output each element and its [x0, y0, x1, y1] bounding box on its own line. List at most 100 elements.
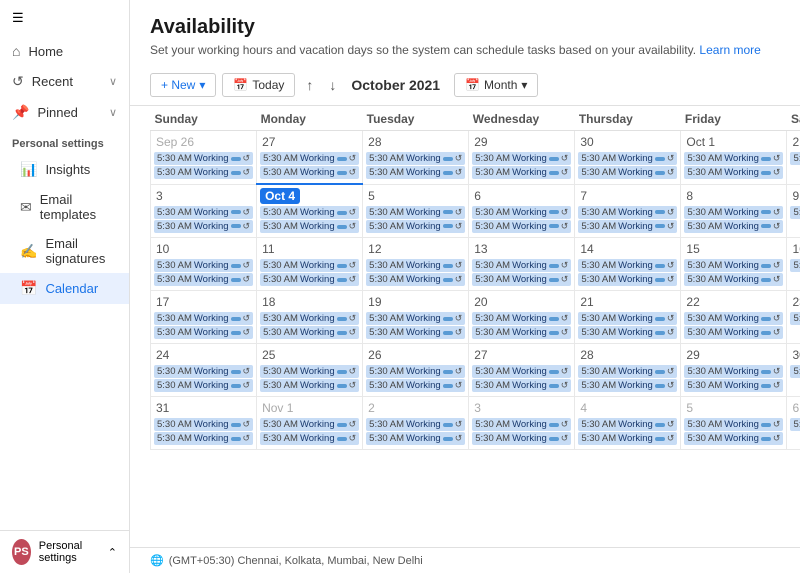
- working-event[interactable]: 5:30 AMWorking↺: [472, 418, 571, 431]
- calendar-cell[interactable]: 75:30 AMWorking↺5:30 AMWorking↺: [575, 184, 681, 238]
- calendar-cell[interactable]: 195:30 AMWorking↺5:30 AMWorking↺: [363, 291, 469, 344]
- calendar-cell[interactable]: 135:30 AMWorking↺5:30 AMWorking↺: [469, 238, 575, 291]
- sidebar-item-email-signatures[interactable]: ✍ Email signatures: [0, 229, 129, 273]
- working-event[interactable]: 5:30 AMWorking↺: [260, 220, 359, 233]
- working-event[interactable]: 5:30 AMWorking↺: [154, 326, 253, 339]
- calendar-cell[interactable]: 35:30 AMWorking↺5:30 AMWorking↺: [151, 184, 257, 238]
- calendar-cell[interactable]: 285:30 AMWorking↺5:30 AMWorking↺: [363, 131, 469, 185]
- working-event[interactable]: 5:30 AMWorking↺: [260, 365, 359, 378]
- calendar-cell[interactable]: 125:30 AMWorking↺5:30 AMWorking↺: [363, 238, 469, 291]
- calendar-cell[interactable]: 85:30 AMWorking↺5:30 AMWorking↺: [681, 184, 787, 238]
- working-event[interactable]: 5:30 AMWorking↺: [154, 206, 253, 219]
- calendar-cell[interactable]: 205:30 AMWorking↺5:30 AMWorking↺: [469, 291, 575, 344]
- working-event[interactable]: 5:30 AMWorking↺: [260, 206, 359, 219]
- working-event[interactable]: 5:30 AMWorking↺: [472, 365, 571, 378]
- calendar-cell[interactable]: 225:30 AMWorking↺5:30 AMWorking↺: [681, 291, 787, 344]
- working-event[interactable]: 5:30 AMWorking↺: [260, 152, 359, 165]
- working-event[interactable]: 5:30 AMWorking↺: [154, 418, 253, 431]
- working-event[interactable]: 5:30 AMWorking↺: [154, 312, 253, 325]
- working-event[interactable]: 5:30 AMWorking↺: [684, 152, 783, 165]
- calendar-cell[interactable]: 295:30 AMWorking↺5:30 AMWorking↺: [469, 131, 575, 185]
- working-event[interactable]: 5:30 AMWorking↺: [684, 166, 783, 179]
- working-event[interactable]: 5:30 AMWorking↺: [684, 418, 783, 431]
- working-event[interactable]: 5:30 AMWorking↺: [260, 326, 359, 339]
- working-event[interactable]: 5:30 AMWorking↺: [366, 259, 465, 272]
- calendar-cell[interactable]: 145:30 AMWorking↺5:30 AMWorking↺: [575, 238, 681, 291]
- calendar-cell[interactable]: 305:30 AMWorking↺: [787, 344, 800, 397]
- calendar-cell[interactable]: 115:30 AMWorking↺5:30 AMWorking↺: [257, 238, 363, 291]
- working-event[interactable]: 5:30 AMWorking↺: [578, 432, 677, 445]
- calendar-cell[interactable]: 215:30 AMWorking↺5:30 AMWorking↺: [575, 291, 681, 344]
- working-event[interactable]: 5:30 AMWorking↺: [684, 220, 783, 233]
- sidebar-item-email-templates[interactable]: ✉ Email templates: [0, 185, 129, 229]
- working-event[interactable]: 5:30 AMWorking↺: [154, 432, 253, 445]
- calendar-cell[interactable]: 295:30 AMWorking↺5:30 AMWorking↺: [681, 344, 787, 397]
- working-event[interactable]: 5:30 AMWorking↺: [578, 152, 677, 165]
- calendar-cell[interactable]: 185:30 AMWorking↺5:30 AMWorking↺: [257, 291, 363, 344]
- sidebar-item-calendar[interactable]: 📅 Calendar: [0, 273, 129, 304]
- working-event[interactable]: 5:30 AMWorking↺: [366, 312, 465, 325]
- month-dropdown-button[interactable]: 📅 Month ▾: [454, 73, 538, 97]
- working-event[interactable]: 5:30 AMWorking↺: [366, 166, 465, 179]
- sidebar-item-recent[interactable]: ↺ Recent ∨: [0, 66, 129, 97]
- working-event[interactable]: 5:30 AMWorking↺: [684, 273, 783, 286]
- working-event[interactable]: 5:30 AMWorking↺: [790, 259, 800, 272]
- working-event[interactable]: 5:30 AMWorking↺: [154, 259, 253, 272]
- sidebar-item-home[interactable]: ⌂ Home: [0, 36, 129, 66]
- learn-more-link[interactable]: Learn more: [699, 43, 760, 57]
- working-event[interactable]: 5:30 AMWorking↺: [154, 365, 253, 378]
- working-event[interactable]: 5:30 AMWorking↺: [684, 432, 783, 445]
- working-event[interactable]: 5:30 AMWorking↺: [154, 379, 253, 392]
- calendar-cell[interactable]: 35:30 AMWorking↺5:30 AMWorking↺: [469, 397, 575, 450]
- working-event[interactable]: 5:30 AMWorking↺: [472, 432, 571, 445]
- calendar-cell[interactable]: 305:30 AMWorking↺5:30 AMWorking↺: [575, 131, 681, 185]
- working-event[interactable]: 5:30 AMWorking↺: [154, 152, 253, 165]
- calendar-cell[interactable]: 245:30 AMWorking↺5:30 AMWorking↺: [151, 344, 257, 397]
- working-event[interactable]: 5:30 AMWorking↺: [366, 152, 465, 165]
- calendar-cell[interactable]: 25:30 AMWorking↺: [787, 131, 800, 185]
- working-event[interactable]: 5:30 AMWorking↺: [684, 379, 783, 392]
- personal-settings-footer[interactable]: PS Personal settings ⌃: [0, 530, 129, 573]
- calendar-cell[interactable]: 275:30 AMWorking↺5:30 AMWorking↺: [469, 344, 575, 397]
- working-event[interactable]: 5:30 AMWorking↺: [472, 206, 571, 219]
- working-event[interactable]: 5:30 AMWorking↺: [472, 259, 571, 272]
- working-event[interactable]: 5:30 AMWorking↺: [260, 259, 359, 272]
- working-event[interactable]: 5:30 AMWorking↺: [684, 365, 783, 378]
- working-event[interactable]: 5:30 AMWorking↺: [578, 326, 677, 339]
- working-event[interactable]: 5:30 AMWorking↺: [366, 326, 465, 339]
- calendar-cell[interactable]: 55:30 AMWorking↺5:30 AMWorking↺: [363, 184, 469, 238]
- calendar-cell[interactable]: 285:30 AMWorking↺5:30 AMWorking↺: [575, 344, 681, 397]
- calendar-cell[interactable]: 315:30 AMWorking↺5:30 AMWorking↺: [151, 397, 257, 450]
- working-event[interactable]: 5:30 AMWorking↺: [260, 166, 359, 179]
- working-event[interactable]: 5:30 AMWorking↺: [684, 206, 783, 219]
- working-event[interactable]: 5:30 AMWorking↺: [578, 206, 677, 219]
- working-event[interactable]: 5:30 AMWorking↺: [684, 312, 783, 325]
- calendar-cell[interactable]: 65:30 AMWorking↺: [787, 397, 800, 450]
- working-event[interactable]: 5:30 AMWorking↺: [154, 166, 253, 179]
- working-event[interactable]: 5:30 AMWorking↺: [578, 365, 677, 378]
- working-event[interactable]: 5:30 AMWorking↺: [790, 312, 800, 325]
- working-event[interactable]: 5:30 AMWorking↺: [366, 273, 465, 286]
- working-event[interactable]: 5:30 AMWorking↺: [472, 273, 571, 286]
- working-event[interactable]: 5:30 AMWorking↺: [472, 152, 571, 165]
- new-button[interactable]: + New ▾: [150, 73, 216, 97]
- working-event[interactable]: 5:30 AMWorking↺: [260, 379, 359, 392]
- working-event[interactable]: 5:30 AMWorking↺: [790, 418, 800, 431]
- working-event[interactable]: 5:30 AMWorking↺: [154, 220, 253, 233]
- working-event[interactable]: 5:30 AMWorking↺: [260, 432, 359, 445]
- working-event[interactable]: 5:30 AMWorking↺: [472, 379, 571, 392]
- calendar-cell[interactable]: 275:30 AMWorking↺5:30 AMWorking↺: [257, 131, 363, 185]
- calendar-cell[interactable]: Sep 265:30 AMWorking↺5:30 AMWorking↺: [151, 131, 257, 185]
- working-event[interactable]: 5:30 AMWorking↺: [472, 312, 571, 325]
- sidebar-item-insights[interactable]: 📊 Insights: [0, 154, 129, 185]
- calendar-cell[interactable]: 55:30 AMWorking↺5:30 AMWorking↺: [681, 397, 787, 450]
- prev-button[interactable]: ↑: [301, 75, 318, 95]
- calendar-cell[interactable]: 45:30 AMWorking↺5:30 AMWorking↺: [575, 397, 681, 450]
- next-button[interactable]: ↓: [324, 75, 341, 95]
- working-event[interactable]: 5:30 AMWorking↺: [578, 418, 677, 431]
- working-event[interactable]: 5:30 AMWorking↺: [578, 379, 677, 392]
- calendar-cell[interactable]: Oct 45:30 AMWorking↺5:30 AMWorking↺: [257, 184, 363, 238]
- working-event[interactable]: 5:30 AMWorking↺: [472, 220, 571, 233]
- calendar-cell[interactable]: 235:30 AMWorking↺: [787, 291, 800, 344]
- working-event[interactable]: 5:30 AMWorking↺: [790, 206, 800, 219]
